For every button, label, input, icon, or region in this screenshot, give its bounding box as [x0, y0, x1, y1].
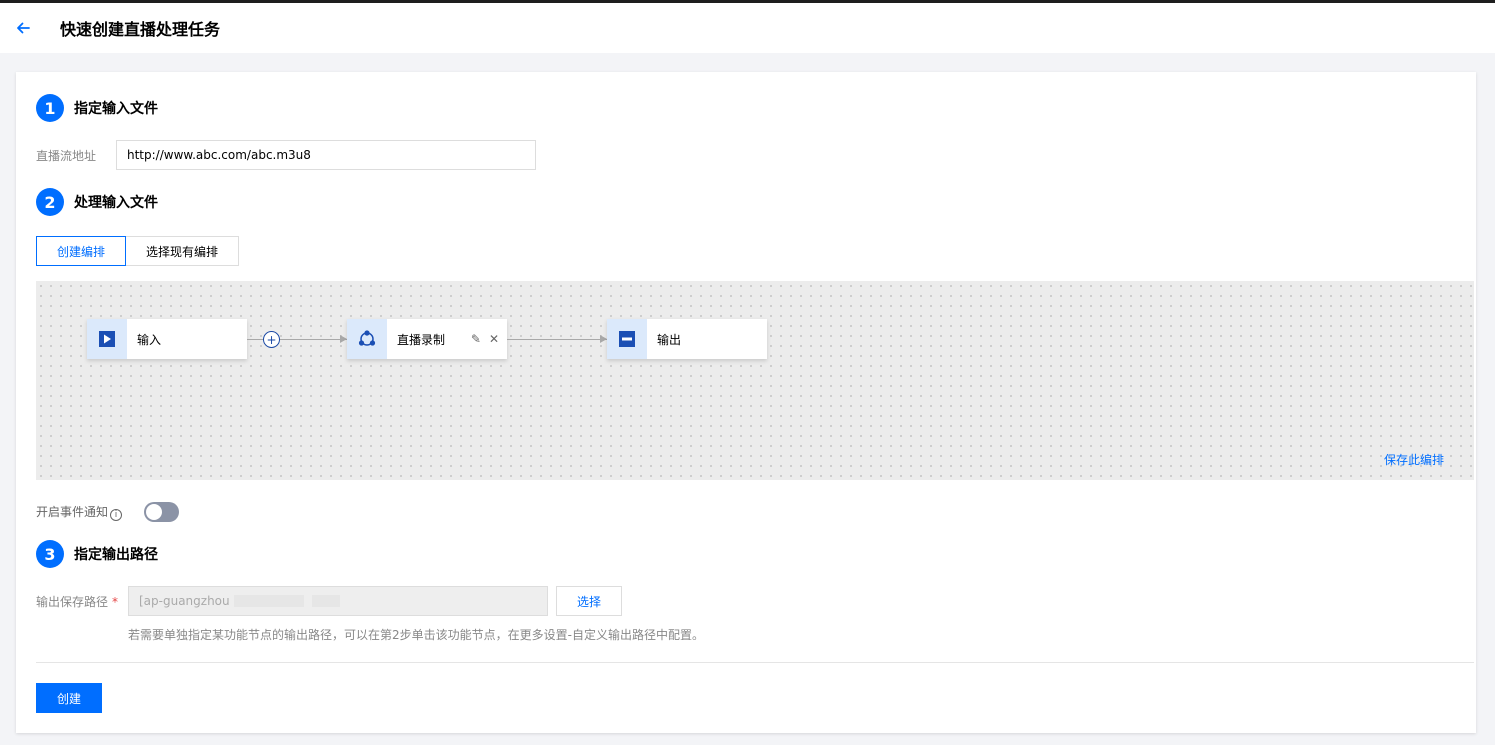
- node-label: 输入: [137, 332, 162, 347]
- back-arrow-icon[interactable]: [15, 20, 31, 36]
- step-title: 处理输入文件: [74, 195, 158, 211]
- node-label: 输出: [657, 332, 682, 347]
- node-input[interactable]: 输入: [87, 319, 247, 359]
- event-notification-label: 开启事件通知 i: [36, 503, 123, 521]
- edit-icon[interactable]: ✎: [471, 332, 481, 346]
- workflow-tabs: 创建编排 选择现有编排: [36, 236, 240, 266]
- info-icon[interactable]: i: [110, 509, 123, 521]
- step-1-heading: 1 指定输入文件: [36, 94, 158, 122]
- play-icon: [87, 319, 127, 359]
- edge-input-record: [247, 339, 347, 340]
- node-live-record[interactable]: 直播录制 ✎ ✕: [347, 319, 507, 359]
- divider: [36, 662, 1474, 663]
- required-marker: *: [112, 595, 119, 609]
- output-path-label: 输出保存路径 *: [36, 593, 118, 610]
- tab-create-workflow[interactable]: 创建编排: [36, 236, 127, 266]
- step-number: 3: [36, 540, 64, 568]
- edge-record-output: [507, 339, 607, 340]
- output-path-value: [ap-guangzhou: [139, 594, 230, 608]
- step-3-heading: 3 指定输出路径: [36, 540, 158, 568]
- redacted-mask: [311, 595, 340, 607]
- arrow-head: [600, 335, 607, 343]
- arrow-head: [340, 335, 347, 343]
- node-output[interactable]: 输出: [607, 319, 767, 359]
- choose-path-button[interactable]: 选择: [556, 586, 623, 616]
- step-number: 2: [36, 188, 64, 216]
- workflow-canvas: 输入 + 直播录制 ✎ ✕ 输出 保存此编排: [36, 281, 1474, 480]
- stream-url-input[interactable]: http://www.abc.com/abc.m3u8: [116, 140, 536, 170]
- step-number: 1: [36, 94, 64, 122]
- output-path-hint: 若需要单独指定某功能节点的输出路径，可以在第2步单击该功能节点，在更多设置-自定…: [128, 628, 704, 642]
- live-record-icon: [347, 319, 387, 359]
- event-notification-toggle[interactable]: [144, 502, 179, 522]
- close-icon[interactable]: ✕: [489, 332, 499, 346]
- toggle-knob: [146, 504, 162, 520]
- output-path-label-text: 输出保存路径: [36, 595, 109, 609]
- page-title: 快速创建直播处理任务: [60, 20, 221, 39]
- output-path-input: [ap-guangzhou: [128, 586, 548, 616]
- stream-url-label: 直播流地址: [36, 149, 97, 163]
- form-card: 1 指定输入文件 直播流地址 http://www.abc.com/abc.m3…: [16, 72, 1476, 733]
- add-node-button[interactable]: +: [263, 331, 280, 348]
- output-icon: [607, 319, 647, 359]
- save-workflow-link[interactable]: 保存此编排: [1384, 451, 1444, 468]
- step-title: 指定输出路径: [74, 547, 158, 563]
- step-title: 指定输入文件: [74, 101, 158, 117]
- step-2-heading: 2 处理输入文件: [36, 188, 158, 216]
- page-header: 快速创建直播处理任务: [0, 3, 1495, 53]
- tab-select-existing-workflow[interactable]: 选择现有编排: [126, 236, 240, 266]
- create-button[interactable]: 创建: [36, 683, 103, 713]
- event-notification-text: 开启事件通知: [36, 505, 109, 519]
- node-label: 直播录制: [397, 332, 446, 347]
- redacted-mask: [233, 595, 304, 607]
